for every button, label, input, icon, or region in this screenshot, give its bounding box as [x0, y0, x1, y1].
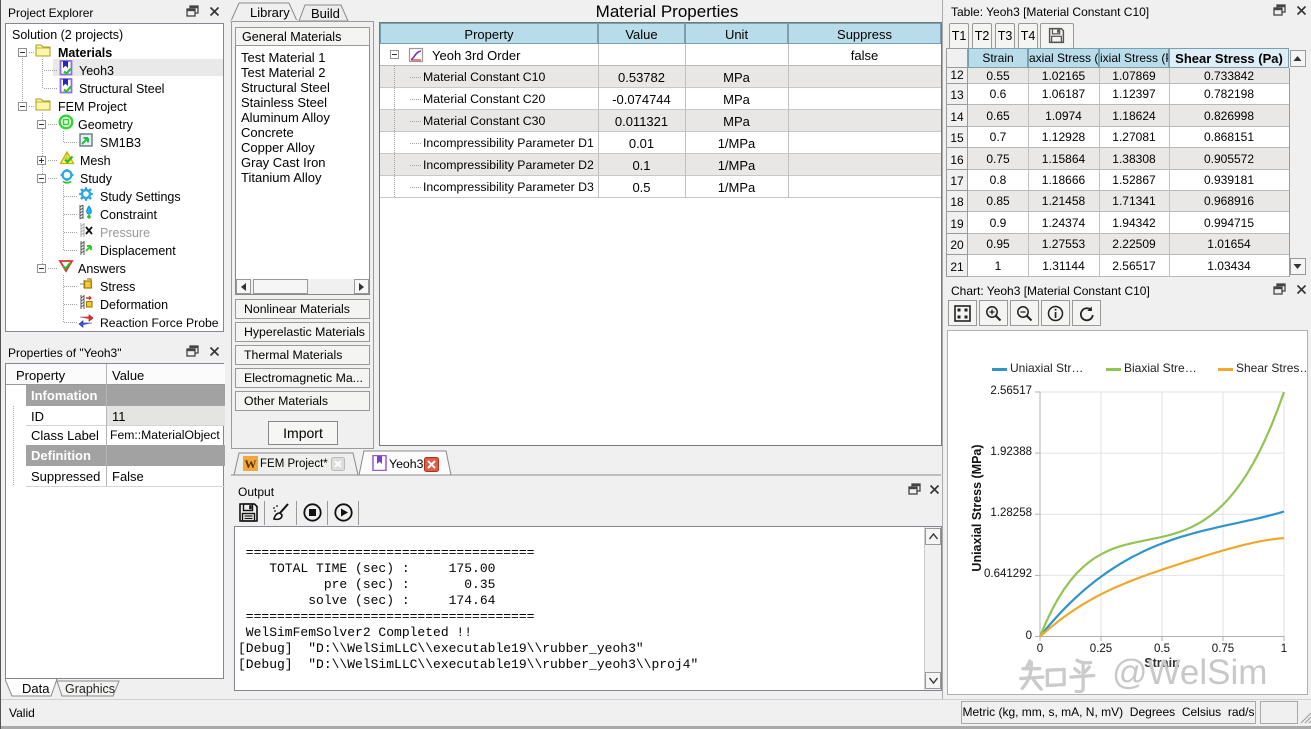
- svg-text:W: W: [245, 457, 257, 471]
